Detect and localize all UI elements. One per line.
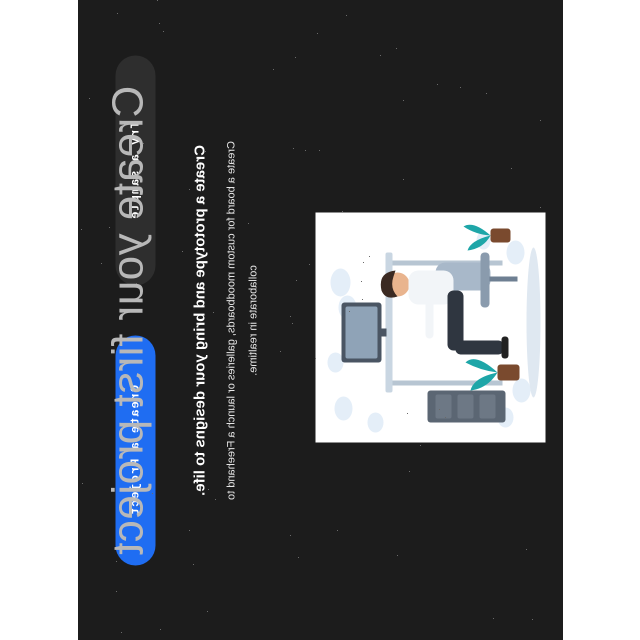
star-dot [293,148,294,149]
star-dot [208,489,209,490]
screen: Try a sample Create a Project Create you… [0,0,640,640]
star-dot [207,611,208,612]
star-dot [213,312,214,313]
star-dot [486,93,487,94]
star-dot [136,283,137,284]
star-dot [292,323,293,324]
star-dot [369,256,370,257]
empty-state-subtitle: Create a prototype and bring your design… [191,144,208,496]
star-dot [215,499,216,500]
star-dot [290,535,291,536]
empty-state-title: Create your first project [103,85,152,555]
star-dot [133,155,134,156]
star-dot [437,84,438,85]
star-dot [193,564,194,565]
star-dot [397,555,398,556]
star-dot [439,409,440,410]
star-dot [159,23,160,24]
star-dot [532,619,533,620]
star-dot [234,228,235,229]
star-dot [540,207,541,208]
star-dot [89,98,90,99]
star-dot [109,227,110,228]
star-dot [361,281,362,282]
star-dot [121,632,122,633]
star-dot [298,557,299,558]
star-dot [290,316,291,317]
star-dot [445,417,446,418]
star-dot [380,55,381,56]
star-dot [319,150,320,151]
star-dot [363,262,364,263]
star-dot [420,445,421,446]
star-dot [116,591,117,592]
star-dot [337,530,338,531]
star-dot [295,57,296,58]
star-dot [138,506,139,507]
empty-state-panel: Try a sample Create a Project Create you… [78,0,563,640]
star-dot [309,264,310,265]
star-dot [403,179,404,180]
star-dot [117,13,118,14]
star-dot [81,229,82,230]
star-dot [317,33,318,34]
star-dot [407,413,408,414]
empty-state-content: Try a sample Create a Project Create you… [78,0,563,640]
star-dot [493,618,494,619]
star-dot [305,150,306,151]
star-dot [346,15,347,16]
star-dot [511,168,512,169]
star-dot [315,358,316,359]
star-dot [248,223,249,224]
star-dot [182,251,183,252]
star-dot [280,351,281,352]
star-dot [409,471,410,472]
star-dot [189,189,190,190]
star-dot [460,87,461,88]
star-dot [160,629,161,630]
star-dot [273,69,274,70]
star-dot [143,143,144,144]
star-dot [540,120,541,121]
star-dot [349,311,350,312]
star-dot [396,48,397,49]
star-dot [205,151,206,152]
star-dot [163,31,164,32]
illustration-graphic [327,224,540,432]
star-dot [101,263,102,264]
star-dot [342,211,343,212]
star-dot [362,299,363,300]
star-dot [526,549,527,550]
person-at-desk-illustration [315,212,545,442]
star-dot [296,280,297,281]
star-dot [403,100,404,101]
star-dot [116,561,117,562]
star-dot [189,530,190,531]
star-dot [157,0,158,1]
star-dot [152,493,153,494]
star-dot [82,483,83,484]
empty-state-description: Create a board for custom moodboards, ga… [225,140,259,500]
